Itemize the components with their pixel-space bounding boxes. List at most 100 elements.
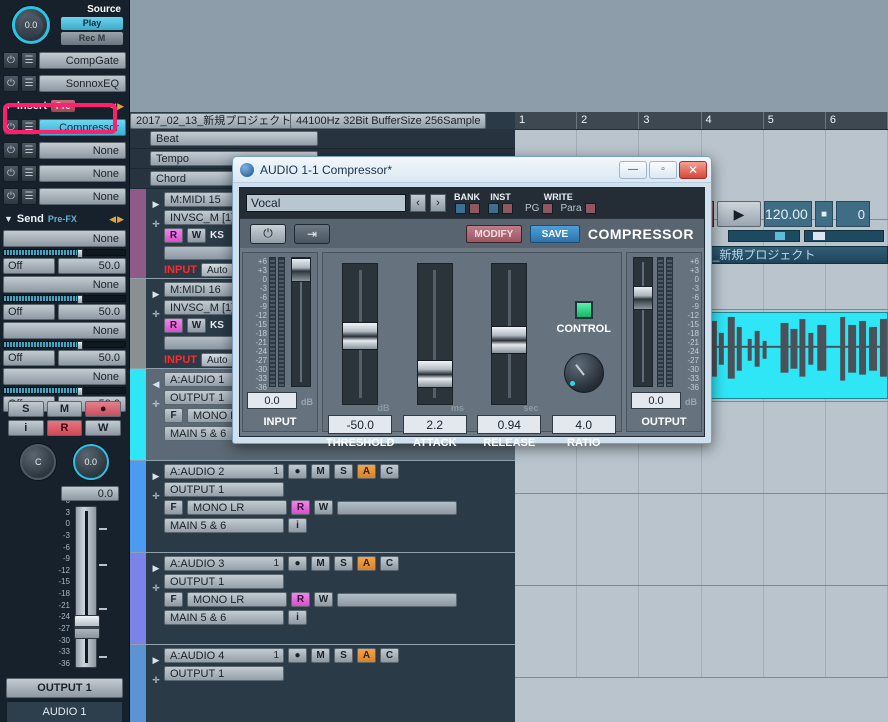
send-state-button[interactable]: Off xyxy=(3,258,55,274)
compressor-dialog[interactable]: AUDIO 1-1 Compressor* ― ▫ ✕ Vocal ‹ › BA… xyxy=(232,156,712,449)
track-write-button[interactable]: W xyxy=(187,228,206,243)
inst-led-blue[interactable] xyxy=(488,203,499,214)
send-state-button[interactable]: Off xyxy=(3,350,55,366)
release-fader[interactable] xyxy=(491,263,528,405)
save-button[interactable]: SAVE xyxy=(529,224,580,243)
track-solo-button[interactable]: S xyxy=(334,648,353,663)
preset-name-field[interactable]: Vocal xyxy=(246,194,406,212)
track-output-field[interactable]: OUTPUT 1 xyxy=(164,666,284,681)
track-read-button[interactable]: R xyxy=(164,318,183,333)
power-icon[interactable]: ⏻ xyxy=(3,187,19,205)
bank-led-blue[interactable] xyxy=(454,203,466,214)
track-expand-icons[interactable]: ▶ ✛ xyxy=(148,645,164,722)
track-output-field[interactable]: OUTPUT 1 xyxy=(164,574,284,589)
send-level-slider[interactable] xyxy=(3,295,126,304)
track-c-button[interactable]: C xyxy=(380,556,399,571)
record-arm-button[interactable]: ● xyxy=(85,401,122,417)
track-blank-bar[interactable] xyxy=(337,592,457,607)
channel-fader-value[interactable]: 0.0 xyxy=(61,486,119,501)
channel-track-name[interactable]: AUDIO 1 xyxy=(6,701,123,722)
transport-panel[interactable]: ▶ 120.00 ■ 0 3_新規プロジェクト xyxy=(700,196,888,270)
threshold-control[interactable]: dB -50.0 THRESHOLD xyxy=(323,253,398,449)
track-write-button[interactable]: W xyxy=(187,318,206,333)
track-mute-button[interactable]: M xyxy=(311,648,330,663)
input-fader-handle[interactable] xyxy=(291,258,311,282)
menu-icon[interactable]: ☰ xyxy=(21,118,37,136)
track-write-button[interactable]: W xyxy=(314,500,333,515)
threshold-fader[interactable] xyxy=(342,263,379,405)
send-value-field[interactable]: 50.0 xyxy=(58,304,126,320)
send-slot-2[interactable]: None Off 50.0 xyxy=(3,276,126,320)
attack-control[interactable]: ms 2.2 ATTACK xyxy=(398,253,473,449)
play-button[interactable]: ▶ xyxy=(717,201,761,227)
send-mode-label[interactable]: Pre-FX xyxy=(48,214,77,224)
menu-icon[interactable]: ☰ xyxy=(21,74,37,92)
power-icon[interactable]: ⏻ xyxy=(3,164,19,182)
transport-slider-b[interactable] xyxy=(804,230,884,242)
send-section-header[interactable]: ▼ Send Pre-FX ◀▶ xyxy=(4,210,125,228)
power-icon[interactable]: ⏻ xyxy=(3,51,19,69)
inspector-panel[interactable]: 0.0 Source Play Rec M ⏻ ☰ CompGate ⏻ ☰ S… xyxy=(0,0,130,722)
ratio-knob[interactable] xyxy=(563,353,604,393)
preset-prev-button[interactable]: ‹ xyxy=(410,194,426,212)
bank-led-red[interactable] xyxy=(468,203,480,214)
track-mono-field[interactable]: MONO LR xyxy=(187,592,287,607)
send-name-label[interactable]: None xyxy=(3,322,126,339)
insert-slot-1[interactable]: ⏻ ☰ Compressor xyxy=(3,116,126,138)
close-button[interactable]: ✕ xyxy=(679,160,707,179)
track-f-button[interactable]: F xyxy=(164,500,183,515)
output-value-field[interactable]: 0.0 xyxy=(631,392,681,409)
track-row[interactable]: ▶ ✛ A:AUDIO 4 1 ● M S A C OUTPUT 1 xyxy=(130,645,515,722)
track-main-field[interactable]: MAIN 5 & 6 xyxy=(164,518,284,533)
track-name-field[interactable]: A:AUDIO 4 1 xyxy=(164,648,284,663)
send-name-label[interactable]: None xyxy=(3,230,126,247)
send-level-slider[interactable] xyxy=(3,341,126,350)
ratio-control[interactable]: CONTROL 4.0 RATIO xyxy=(547,253,622,449)
track-expand-icons[interactable]: ▶ ✛ xyxy=(148,553,164,644)
track-mute-button[interactable]: M xyxy=(311,556,330,571)
attack-fader-handle[interactable] xyxy=(416,360,453,388)
maximize-button[interactable]: ▫ xyxy=(649,160,677,179)
track-solo-button[interactable]: S xyxy=(334,556,353,571)
track-row[interactable]: ▶ ✛ A:AUDIO 2 1 ● M S A C OUTPUT 1 F MONO… xyxy=(130,461,515,553)
output-fader-handle[interactable] xyxy=(633,286,653,310)
release-control[interactable]: sec 0.94 RELEASE xyxy=(472,253,547,449)
modify-button[interactable]: MODIFY xyxy=(465,224,522,243)
power-icon[interactable]: ⏻ xyxy=(3,141,19,159)
track-automation-button[interactable]: A xyxy=(357,556,376,571)
insert-slot-label[interactable]: None xyxy=(39,164,126,182)
inst-led-red[interactable] xyxy=(502,203,513,214)
track-record-button[interactable]: ● xyxy=(288,464,307,479)
menu-icon[interactable]: ☰ xyxy=(21,164,37,182)
chevron-down-icon[interactable]: ▼ xyxy=(4,101,13,111)
source-knob[interactable]: 0.0 xyxy=(12,6,50,44)
menu-icon[interactable]: ☰ xyxy=(21,141,37,159)
pan-knob[interactable]: C xyxy=(20,444,57,480)
track-name-field[interactable]: A:AUDIO 3 1 xyxy=(164,556,284,571)
position-counter[interactable]: 0 xyxy=(836,201,870,227)
track-auto-button[interactable]: Auto xyxy=(201,263,234,277)
chevron-down-icon[interactable]: ▼ xyxy=(4,214,13,224)
track-info-button[interactable]: i xyxy=(288,610,307,625)
insert-slot-label[interactable]: None xyxy=(39,187,126,205)
track-read-button[interactable]: R xyxy=(291,592,310,607)
send-nav-arrows[interactable]: ◀▶ xyxy=(109,214,125,225)
pg-led[interactable] xyxy=(542,203,554,214)
send-slot-1[interactable]: None Off 50.0 xyxy=(3,230,126,274)
fader-handle[interactable] xyxy=(74,615,100,639)
preset-bar[interactable]: Vocal ‹ › BANK INST WRITE PG Para xyxy=(240,188,704,218)
insert-nav-arrows[interactable]: ◀▶ xyxy=(109,101,125,112)
minimize-button[interactable]: ― xyxy=(619,160,647,179)
track-c-button[interactable]: C xyxy=(380,464,399,479)
fx-name-label[interactable]: CompGate xyxy=(39,51,126,69)
insert-slot-label[interactable]: Compressor xyxy=(39,118,126,136)
audio-config-field[interactable]: 44100Hz 32Bit BufferSize 256Sample xyxy=(290,113,486,129)
ratio-value[interactable]: 4.0 xyxy=(551,415,616,434)
track-record-button[interactable]: ● xyxy=(288,556,307,571)
track-expand-icons[interactable]: ▶ ✛ xyxy=(148,461,164,552)
transport-slider-a[interactable] xyxy=(728,230,801,242)
send-name-label[interactable]: None xyxy=(3,276,126,293)
track-read-button[interactable]: R xyxy=(164,228,183,243)
fx-slot-compgate[interactable]: ⏻ ☰ CompGate xyxy=(3,49,126,71)
threshold-fader-handle[interactable] xyxy=(342,322,379,350)
